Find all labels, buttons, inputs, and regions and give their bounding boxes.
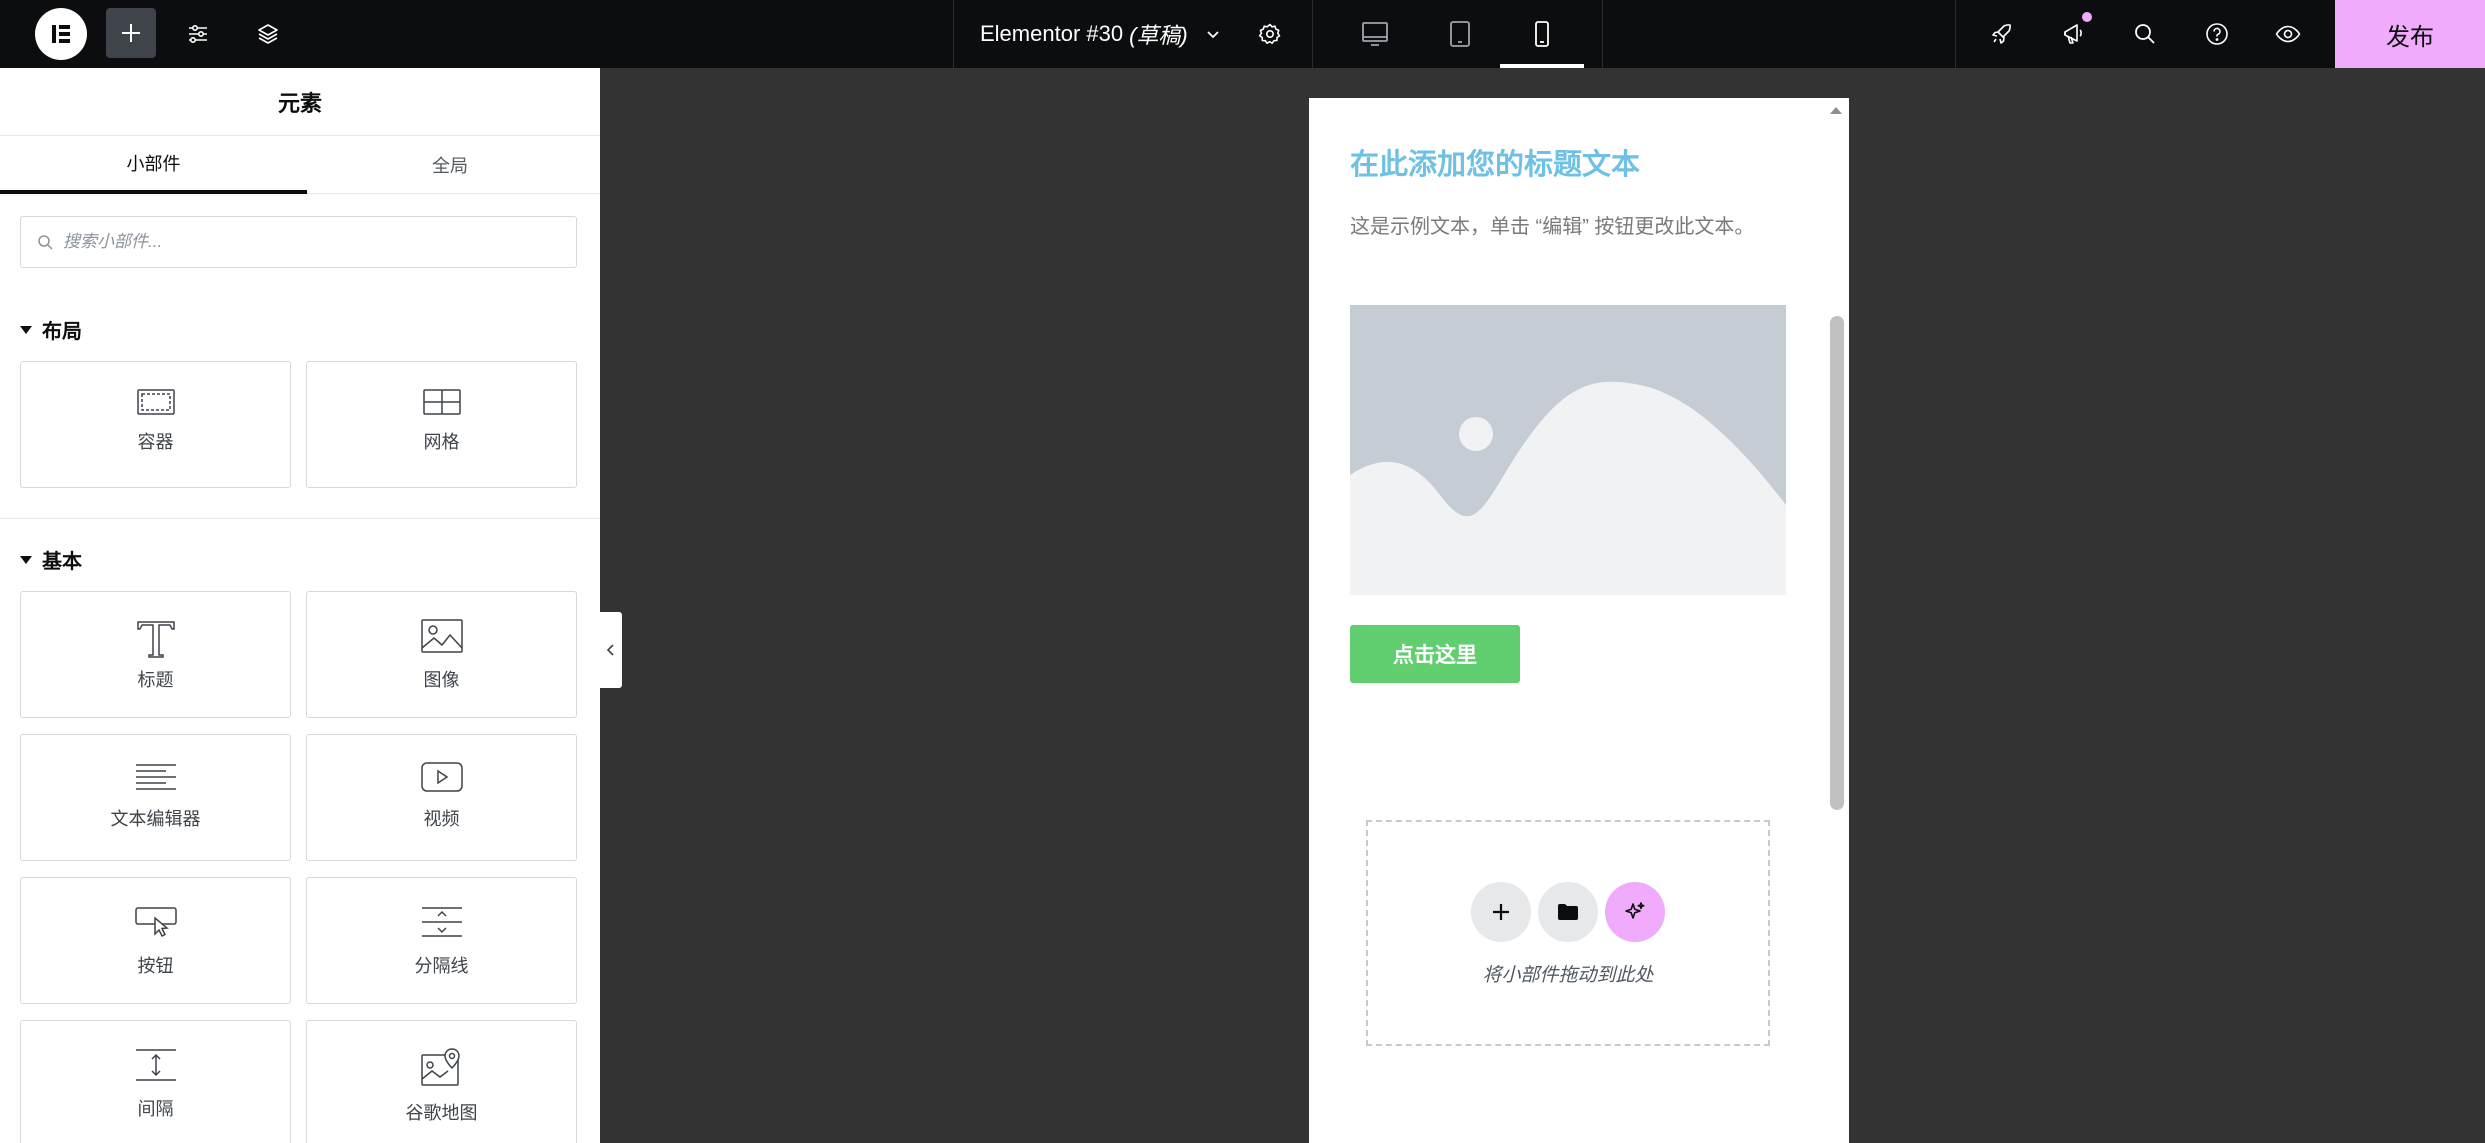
button-icon xyxy=(134,907,177,938)
divider-icon xyxy=(421,907,462,937)
widget-divider[interactable]: 分隔线 xyxy=(306,877,577,1004)
ai-generate-button[interactable] xyxy=(1605,882,1665,942)
checklist-button[interactable] xyxy=(1982,0,2022,68)
megaphone-icon xyxy=(2064,24,2082,44)
page-settings-button[interactable] xyxy=(1250,0,1290,68)
widget-label: 间隔 xyxy=(137,1099,174,1119)
tablet-view-button[interactable] xyxy=(1440,0,1480,68)
grid-icon xyxy=(422,389,461,415)
top-bar: Elementor #30 (草稿) 发布 xyxy=(0,0,2485,68)
widget-label: 谷歌地图 xyxy=(405,1103,478,1123)
text-editor-icon xyxy=(135,764,176,790)
layers-icon xyxy=(258,24,278,44)
publish-button[interactable]: 发布 xyxy=(2335,0,2485,68)
container-icon xyxy=(136,389,175,415)
active-device-indicator xyxy=(1500,64,1584,68)
widget-label: 网格 xyxy=(423,432,460,452)
plus-icon xyxy=(122,24,140,42)
caret-down-icon xyxy=(20,325,32,334)
notification-badge xyxy=(2082,12,2092,22)
elementor-logo-button[interactable] xyxy=(35,8,87,60)
widget-video[interactable]: 视频 xyxy=(306,734,577,861)
widget-image[interactable]: 图像 xyxy=(306,591,577,718)
widget-search-input[interactable] xyxy=(63,232,543,252)
widget-label: 按钮 xyxy=(137,956,174,976)
add-section-button[interactable] xyxy=(1471,882,1531,942)
triangle-up-icon xyxy=(1830,107,1842,114)
image-placeholder-graphic xyxy=(1350,305,1786,595)
drop-zone-hint: 将小部件拖动到此处 xyxy=(1482,965,1654,986)
panel-tabs: 小部件 全局 xyxy=(0,136,600,194)
widget-label: 视频 xyxy=(423,809,460,829)
canvas-scrollbar-thumb[interactable] xyxy=(1830,316,1844,810)
video-icon xyxy=(420,762,463,792)
widget-button[interactable]: 按钮 xyxy=(20,877,291,1004)
preview-button[interactable] xyxy=(2268,0,2308,68)
image-icon xyxy=(420,619,463,653)
structure-button[interactable] xyxy=(248,0,288,68)
panel-title: 元素 xyxy=(0,68,600,136)
panel-collapse-button[interactable] xyxy=(600,612,622,688)
caret-down-icon xyxy=(20,555,32,564)
plus-icon xyxy=(1493,904,1509,920)
document-status: (草稿) xyxy=(1129,23,1188,48)
add-template-button[interactable] xyxy=(1538,882,1598,942)
widget-spacer[interactable]: 间隔 xyxy=(20,1020,291,1143)
heading-icon xyxy=(136,621,175,658)
widget-label: 分隔线 xyxy=(414,956,469,976)
elements-panel: 元素 小部件 全局 布局 容器 网格 基本 xyxy=(0,68,600,1143)
desktop-view-button[interactable] xyxy=(1355,0,1395,68)
widget-google-maps[interactable]: 谷歌地图 xyxy=(306,1020,577,1143)
section-basic-title: 基本 xyxy=(42,551,82,573)
help-button[interactable] xyxy=(2197,0,2237,68)
widget-label: 标题 xyxy=(137,670,174,690)
tab-global[interactable]: 全局 xyxy=(300,136,600,194)
section-basic-toggle[interactable]: 基本 xyxy=(20,545,82,574)
elementor-logo-icon xyxy=(52,25,70,43)
rocket-icon xyxy=(1992,24,2011,44)
spacer-icon xyxy=(135,1049,176,1081)
widget-search xyxy=(20,216,577,268)
gear-icon xyxy=(1258,23,1281,44)
search-icon xyxy=(38,235,53,250)
heading-widget[interactable]: 在此添加您的标题文本 xyxy=(1350,141,1640,183)
add-element-button[interactable] xyxy=(106,8,156,58)
desktop-icon xyxy=(1362,22,1388,46)
sliders-icon xyxy=(189,24,207,44)
map-icon xyxy=(420,1048,460,1086)
cta-button-widget[interactable]: 点击这里 xyxy=(1350,625,1520,683)
search-button[interactable] xyxy=(2125,0,2165,68)
preview-canvas: 在此添加您的标题文本 这是示例文本，单击 “编辑” 按钮更改此文本。 点击这里 … xyxy=(1309,98,1849,1143)
whats-new-button[interactable] xyxy=(2054,0,2094,68)
folder-icon xyxy=(1558,904,1578,920)
chevron-left-icon xyxy=(606,644,614,656)
site-settings-button[interactable] xyxy=(178,0,218,68)
empty-drop-zone[interactable]: 将小部件拖动到此处 xyxy=(1366,820,1770,1046)
widget-container[interactable]: 容器 xyxy=(20,361,291,488)
sparkles-icon xyxy=(1625,902,1645,919)
widget-label: 图像 xyxy=(423,670,460,690)
document-title: Elementor #30 xyxy=(980,21,1124,46)
widget-heading[interactable]: 标题 xyxy=(20,591,291,718)
tab-widgets[interactable]: 小部件 xyxy=(0,136,307,194)
section-layout-toggle[interactable]: 布局 xyxy=(20,315,82,344)
tablet-icon xyxy=(1450,21,1470,47)
text-editor-widget[interactable]: 这是示例文本，单击 “编辑” 按钮更改此文本。 xyxy=(1350,210,1754,239)
mobile-view-button[interactable] xyxy=(1522,0,1562,68)
image-placeholder[interactable] xyxy=(1350,305,1786,595)
widget-grid[interactable]: 网格 xyxy=(306,361,577,488)
widget-label: 文本编辑器 xyxy=(110,809,201,829)
widget-text-editor[interactable]: 文本编辑器 xyxy=(20,734,291,861)
chevron-down-icon xyxy=(1207,31,1219,39)
eye-icon xyxy=(2275,25,2301,43)
section-layout-title: 布局 xyxy=(42,321,82,343)
help-circle-icon xyxy=(2206,23,2228,45)
mobile-icon xyxy=(1535,21,1549,47)
search-icon xyxy=(2135,24,2155,44)
widget-label: 容器 xyxy=(137,432,174,452)
section-divider xyxy=(0,518,600,519)
scroll-up-arrow[interactable] xyxy=(1826,100,1846,120)
